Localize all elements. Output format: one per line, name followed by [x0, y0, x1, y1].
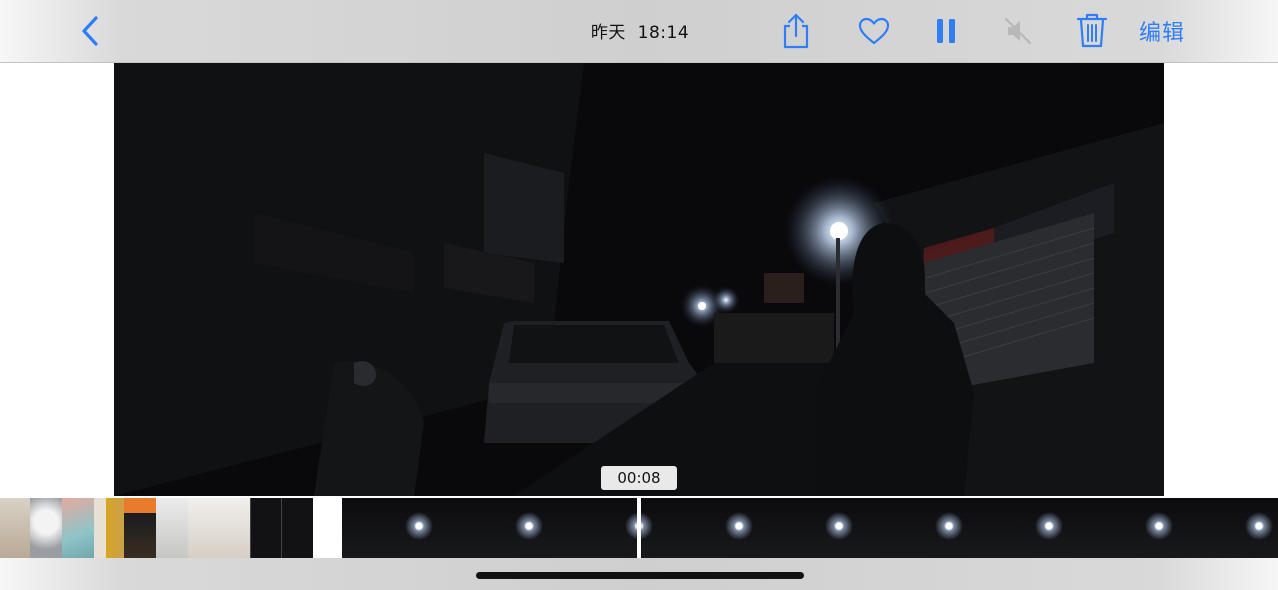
- share-icon: [783, 13, 809, 49]
- pause-icon: [937, 19, 955, 43]
- heart-icon: [858, 17, 890, 45]
- playback-time-label: 00:08: [601, 466, 677, 490]
- top-toolbar: 昨天 18:14 编辑: [0, 0, 1278, 63]
- filmstrip-thumbnail[interactable]: [156, 498, 188, 558]
- current-video-frames[interactable]: [342, 498, 1278, 558]
- share-button[interactable]: [776, 10, 816, 52]
- filmstrip-thumbnail[interactable]: [124, 498, 156, 558]
- chevron-left-icon: [82, 16, 98, 46]
- mute-button[interactable]: [998, 12, 1038, 50]
- date-time-title: 昨天 18:14: [590, 23, 690, 43]
- filmstrip-thumbnail[interactable]: [30, 498, 62, 558]
- filmstrip-thumbnail[interactable]: [94, 498, 124, 558]
- speaker-muted-icon: [1004, 17, 1032, 45]
- pause-button[interactable]: [928, 12, 964, 50]
- filmstrip-thumbnail[interactable]: [281, 498, 313, 558]
- filmstrip-thumbnail[interactable]: [218, 498, 250, 558]
- filmstrip-thumbnail[interactable]: [0, 498, 30, 558]
- delete-button[interactable]: [1072, 8, 1112, 52]
- playhead-scrubber[interactable]: [637, 498, 641, 558]
- filmstrip-thumbnail[interactable]: [188, 498, 218, 558]
- filmstrip-thumbnail[interactable]: [250, 498, 281, 558]
- video-frame: [114, 63, 1164, 496]
- home-indicator[interactable]: [476, 572, 804, 579]
- edit-button[interactable]: 编辑: [1132, 14, 1192, 48]
- trash-icon: [1076, 13, 1108, 48]
- filmstrip-thumbnail[interactable]: [62, 498, 94, 558]
- video-player[interactable]: [114, 63, 1164, 496]
- favorite-button[interactable]: [854, 12, 894, 50]
- back-button[interactable]: [74, 12, 106, 50]
